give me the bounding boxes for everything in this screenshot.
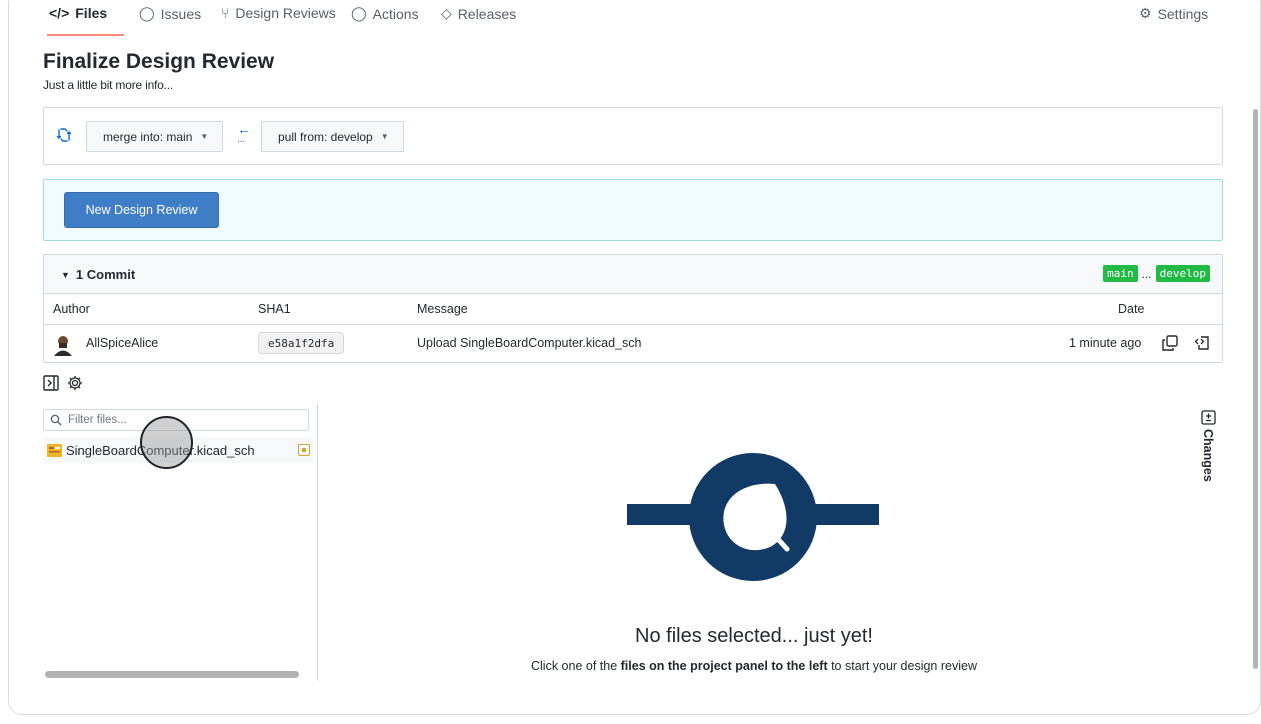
panel-divider[interactable]: [317, 403, 318, 681]
tab-label: Files: [75, 5, 108, 21]
tab-label: Design Reviews: [235, 5, 336, 21]
tab-releases[interactable]: ◇ Releases: [441, 5, 516, 22]
branch-selector-panel: merge into: main ▼ ← ··· pull from: deve…: [43, 107, 1223, 165]
tab-actions[interactable]: ◯ Actions: [351, 5, 419, 22]
pull-from-dropdown[interactable]: pull from: develop ▼: [261, 121, 404, 152]
empty-state-text: Click one of the files on the project pa…: [409, 659, 1099, 673]
column-sha: SHA1: [258, 302, 291, 316]
gear-icon[interactable]: [67, 375, 83, 391]
settings-icon: ⚙: [1139, 5, 1152, 21]
commits-toggle[interactable]: ▼ 1 Commit: [61, 267, 135, 282]
tag-icon: ◇: [441, 5, 452, 21]
triangle-down-icon: ▼: [61, 269, 70, 280]
horizontal-scrollbar[interactable]: [45, 671, 299, 678]
commit-author[interactable]: AllSpiceAlice: [86, 336, 158, 350]
column-message: Message: [417, 302, 468, 316]
table-row: AllSpiceAlice e58a1f2dfa Upload SingleBo…: [44, 325, 1222, 362]
commits-header: ▼ 1 Commit main ... develop: [44, 255, 1222, 294]
tab-issues[interactable]: ◯ Issues: [139, 5, 201, 22]
head-branch-badge: develop: [1155, 265, 1210, 282]
new-design-review-button[interactable]: New Design Review: [64, 192, 219, 228]
pull-request-icon: ⑂: [221, 5, 230, 21]
page-title: Finalize Design Review: [43, 50, 275, 73]
vertical-scrollbar[interactable]: [1253, 109, 1258, 669]
file-modified-icon: [298, 444, 310, 456]
search-icon: [50, 414, 62, 426]
tab-label: Issues: [160, 5, 202, 22]
schematic-file-icon: [47, 443, 62, 457]
table-header-row: Author SHA1 Message Date: [44, 294, 1222, 325]
tab-label: Releases: [457, 5, 517, 22]
changes-label: Changes: [1201, 429, 1215, 482]
arrow-left-icon: ←: [237, 121, 251, 137]
files-toolbar: [43, 375, 83, 391]
sidebar-toggle-icon[interactable]: [43, 375, 59, 391]
tab-label: Settings: [1157, 5, 1209, 22]
tab-files[interactable]: </> Files: [49, 5, 107, 21]
ellipsis-icon: ···: [237, 136, 245, 147]
browse-code-icon[interactable]: [1194, 334, 1212, 352]
repo-tabs: </> Files ◯ Issues ⑂ Design Reviews ◯ Ac…: [9, 0, 1260, 36]
commits-count: 1 Commit: [75, 267, 136, 282]
page-subtitle: Just a little bit more info...: [43, 78, 174, 92]
merge-into-dropdown[interactable]: merge into: main ▼: [86, 121, 224, 152]
active-tab-indicator: [47, 34, 124, 36]
copy-icon[interactable]: [1161, 334, 1179, 352]
base-branch-badge: main: [1103, 265, 1138, 282]
column-author: Author: [53, 302, 90, 316]
commit-message[interactable]: Upload SingleBoardComputer.kicad_sch: [417, 336, 641, 350]
empty-state-illustration: [627, 453, 879, 581]
pull-from-label: pull from: develop: [278, 129, 373, 144]
compare-branches-icon: [56, 128, 72, 142]
column-date: Date: [1118, 302, 1145, 316]
diff-icon: [1200, 410, 1216, 425]
code-icon: </>: [49, 5, 70, 21]
tab-design-reviews[interactable]: ⑂ Design Reviews: [221, 5, 336, 21]
commit-sha[interactable]: e58a1f2dfa: [258, 332, 345, 354]
commit-date: 1 minute ago: [1069, 336, 1142, 350]
empty-state-title: No files selected... just yet!: [635, 625, 873, 647]
play-icon: ◯: [351, 5, 367, 21]
issue-icon: ◯: [139, 5, 155, 21]
badge-separator: ...: [1141, 266, 1152, 281]
new-review-panel: New Design Review: [43, 179, 1223, 241]
chevron-down-icon: ▼: [380, 132, 389, 141]
commits-table: ▼ 1 Commit main ... develop Author SHA1 …: [43, 254, 1223, 363]
app-frame: </> Files ◯ Issues ⑂ Design Reviews ◯ Ac…: [8, 0, 1261, 715]
empty-text-bold: files on the project panel to the left: [620, 659, 828, 673]
changes-panel-toggle[interactable]: Changes: [1199, 410, 1217, 482]
avatar: [53, 334, 73, 356]
empty-text-before: Click one of the: [531, 659, 621, 673]
cursor-highlight: [140, 416, 193, 469]
tab-settings[interactable]: ⚙ Settings: [1139, 5, 1208, 22]
empty-text-after: to start your design review: [827, 659, 977, 673]
tab-label: Actions: [372, 5, 419, 22]
merge-into-label: merge into: main: [103, 129, 193, 144]
branch-badges: main ... develop: [1103, 265, 1210, 282]
chevron-down-icon: ▼: [200, 132, 209, 141]
